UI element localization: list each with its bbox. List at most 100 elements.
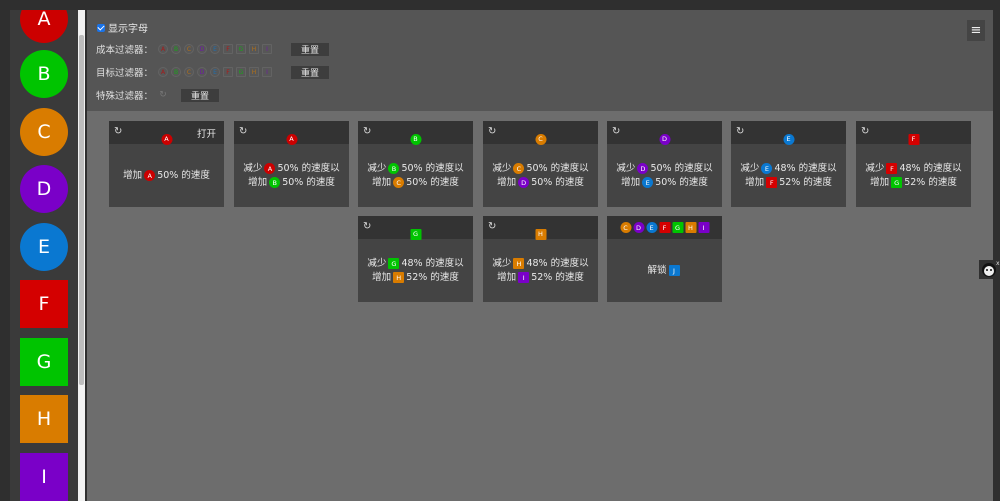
filter-h-icon[interactable]: H [249, 67, 259, 77]
upgrade-card[interactable]: ↻ H 减少 H 48% 的速度以 增加 I 52% 的速度 [483, 216, 598, 302]
card-text: 52% 的速度 [904, 176, 957, 188]
card-text: 50% 的速度 [406, 176, 459, 188]
filter-f-icon[interactable]: F [223, 44, 233, 54]
card-text: 增加 [123, 169, 143, 181]
card-text: 52% 的速度 [531, 271, 584, 283]
upgrade-card[interactable]: ↻ C 减少 C 50% 的速度以 增加 D 50% 的速度 [483, 121, 598, 207]
resource-d[interactable]: D [20, 165, 68, 213]
card-description-line: 减少 B 50% 的速度以 [367, 162, 464, 176]
resource-e[interactable]: E [20, 223, 68, 271]
filter-b-icon[interactable]: B [171, 67, 181, 77]
upgrade-card[interactable]: ↻ D 减少 D 50% 的速度以 增加 E 50% 的速度 [607, 121, 722, 207]
card-header: ↻ E [731, 121, 846, 145]
cycle-icon[interactable]: ↻ [239, 126, 247, 137]
resource-g[interactable]: G [20, 338, 68, 386]
scrollbar-thumb[interactable] [79, 35, 84, 385]
cycle-icon[interactable]: ↻ [114, 126, 122, 137]
cycle-icon[interactable]: ↻ [612, 126, 620, 137]
card-text: 增加 [372, 176, 392, 188]
resource-i[interactable]: I [20, 453, 68, 501]
card-text: 50% 的速度以 [277, 162, 340, 174]
card-header: CDEFGHI [607, 216, 722, 239]
special-reset-button[interactable]: 重置 [181, 88, 219, 102]
cycle-icon[interactable]: ↻ [488, 221, 496, 232]
card-text: 解锁 [647, 264, 667, 276]
upgrade-card[interactable]: ↻ F 减少 F 48% 的速度以 增加 G 52% 的速度 [856, 121, 971, 207]
card-description-line: 减少 E 48% 的速度以 [740, 162, 837, 176]
card-cost-badges: A [161, 126, 172, 145]
filter-e-icon[interactable]: E [210, 67, 220, 77]
target-filter-label: 目标过滤器： [96, 68, 154, 79]
upgrade-card[interactable]: ↻ G 减少 G 48% 的速度以 增加 H 52% 的速度 [358, 216, 473, 302]
game-window: ABCDEFGHI 显示字母 成本过滤器： ABCDEFGHI 重置 目标过滤器… [0, 0, 1000, 501]
card-text: 50% 的速度以 [526, 162, 589, 174]
card-cost-badges: G [410, 221, 421, 240]
card-description-line: 增加 A 50% 的速度 [123, 169, 210, 183]
resource-c[interactable]: C [20, 108, 68, 156]
badge-d-icon: D [637, 163, 649, 174]
cost-filter-row: 成本过滤器： ABCDEFGHI 重置 [96, 42, 329, 56]
card-text: 减少 [492, 257, 512, 269]
card-header: ↻ A 打开 [109, 121, 224, 145]
resource-sidebar: ABCDEFGHI [10, 10, 78, 501]
filter-g-icon[interactable]: G [236, 67, 246, 77]
badge-f-icon: F [908, 133, 919, 145]
filter-c-icon[interactable]: C [184, 44, 194, 54]
card-header: ↻ A [234, 121, 349, 145]
card-text: 增加 [621, 176, 641, 188]
upgrade-card[interactable]: ↻ A 打开 增加 A 50% 的速度 [109, 121, 224, 207]
card-description: 减少 G 48% 的速度以 增加 H 52% 的速度 [358, 239, 473, 302]
resource-a[interactable]: A [20, 10, 68, 43]
show-letters-checkbox[interactable] [97, 23, 105, 32]
card-description-line: 增加 D 50% 的速度 [497, 176, 584, 190]
card-header: ↻ B [358, 121, 473, 145]
filter-b-icon[interactable]: B [171, 44, 181, 54]
badge-g-icon: G [891, 177, 903, 188]
avatar-face-icon[interactable]: x [979, 260, 1000, 279]
upgrade-card[interactable]: ↻ B 减少 B 50% 的速度以 增加 C 50% 的速度 [358, 121, 473, 207]
filter-h-icon[interactable]: H [249, 44, 259, 54]
cycle-icon[interactable]: ↻ [488, 126, 496, 137]
resource-f[interactable]: F [20, 280, 68, 328]
resource-h[interactable]: H [20, 395, 68, 443]
upgrade-card[interactable]: ↻ E 减少 E 48% 的速度以 增加 F 52% 的速度 [731, 121, 846, 207]
filter-i-icon[interactable]: I [262, 67, 272, 77]
menu-button[interactable]: ≡ [967, 20, 985, 41]
target-filter-row: 目标过滤器： ABCDEFGHI 重置 [96, 65, 329, 79]
card-description-line: 减少 G 48% 的速度以 [367, 257, 464, 271]
resource-b[interactable]: B [20, 50, 68, 98]
filter-f-icon[interactable]: F [223, 67, 233, 77]
cycle-icon[interactable]: ↻ [363, 126, 371, 137]
cycle-icon[interactable]: ↻ [363, 221, 371, 232]
show-letters-option[interactable]: 显示字母 [97, 20, 148, 35]
filter-g-icon[interactable]: G [236, 44, 246, 54]
filter-a-icon[interactable]: A [158, 44, 168, 54]
filter-e-icon[interactable]: E [210, 44, 220, 54]
cycle-icon[interactable]: ↻ [736, 126, 744, 137]
card-text: 50% 的速度 [531, 176, 584, 188]
filter-i-icon[interactable]: I [262, 44, 272, 54]
badge-e-icon: E [783, 133, 794, 145]
cost-reset-button[interactable]: 重置 [291, 42, 329, 56]
badge-a-icon: A [144, 170, 156, 181]
card-text: 50% 的速度以 [401, 162, 464, 174]
filter-a-icon[interactable]: A [158, 67, 168, 77]
filter-d-icon[interactable]: D [197, 44, 207, 54]
upgrade-card[interactable]: C D E F G H I 解锁 J [607, 216, 722, 302]
filter-d-icon[interactable]: D [197, 67, 207, 77]
cards-area: ↻ A 打开 增加 A 50% 的速度 ↻ A 减少 A 50% 的速度以 增加 B 50% 的速度 ↻ B 减… [87, 111, 993, 501]
filter-c-icon[interactable]: C [184, 67, 194, 77]
card-description: 减少 D 50% 的速度以 增加 E 50% 的速度 [607, 144, 722, 207]
card-cost-badges: C [535, 126, 546, 145]
card-text: 50% 的速度 [655, 176, 708, 188]
upgrade-card[interactable]: ↻ A 减少 A 50% 的速度以 增加 B 50% 的速度 [234, 121, 349, 207]
card-action-label[interactable]: 打开 [197, 126, 216, 140]
card-text: 48% 的速度以 [401, 257, 464, 269]
target-reset-button[interactable]: 重置 [291, 65, 329, 79]
special-filter-label: 特殊过滤器： [96, 91, 154, 102]
sidebar-scrollbar[interactable] [78, 10, 85, 501]
card-text: 50% 的速度 [157, 169, 210, 181]
card-header: ↻ D [607, 121, 722, 145]
cycle-icon[interactable]: ↻ [861, 126, 869, 137]
special-cycle-filter-icon[interactable]: ↻ [158, 90, 168, 100]
